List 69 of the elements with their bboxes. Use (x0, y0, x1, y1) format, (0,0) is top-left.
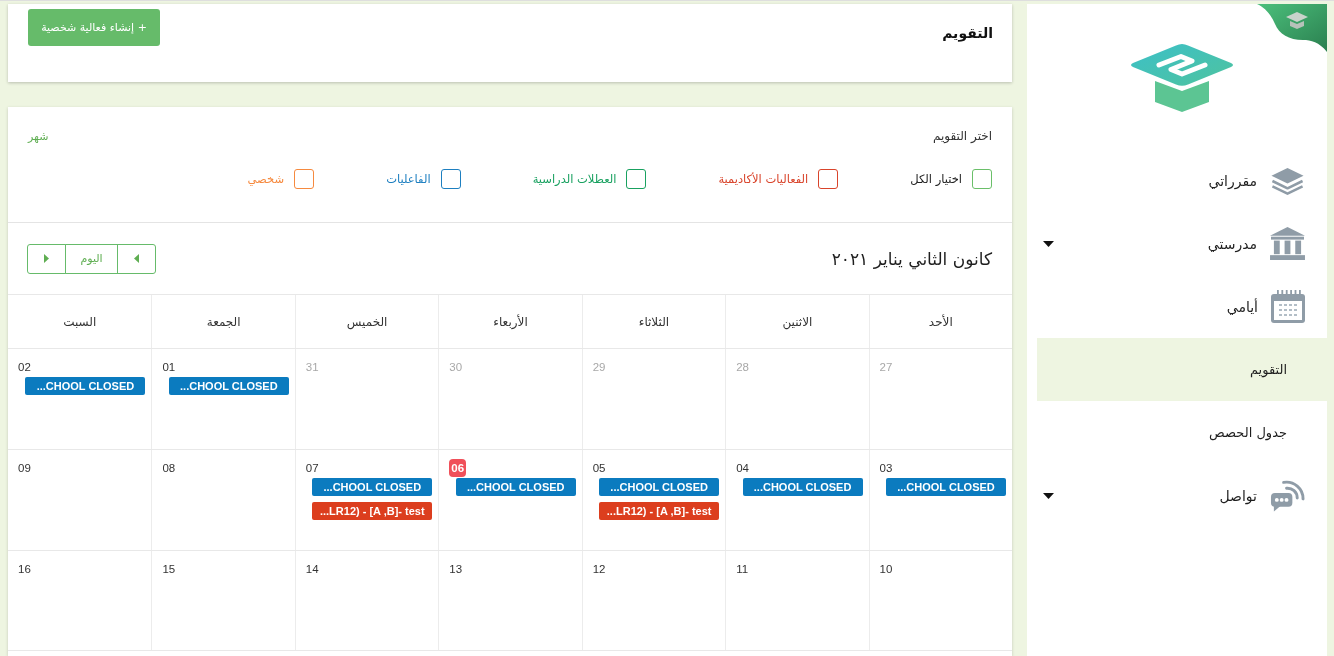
sidebar-item[interactable]: أيامي (1037, 275, 1327, 338)
month-view-link[interactable]: شهر (28, 129, 49, 143)
weekday-header: السبت (63, 314, 97, 329)
building-icon (1270, 227, 1305, 260)
sidebar-item[interactable]: تواصل (1037, 464, 1327, 527)
checkbox-label: الفاعليات (386, 172, 431, 186)
page-title: التقويم (942, 25, 993, 41)
checkbox-label: العطلات الدراسية (532, 172, 617, 186)
weekday-header: الثلاثاء (638, 314, 670, 329)
date-number: 12 (592, 563, 606, 575)
event-chip[interactable]: ...CHOOL CLOSED (455, 478, 576, 496)
date-number: 13 (449, 563, 463, 575)
date-number: 11 (736, 563, 749, 575)
date-number: 29 (592, 361, 606, 373)
checkbox[interactable] (294, 169, 315, 189)
sidebar-item[interactable]: مدرستي (1037, 212, 1327, 275)
weekday-header: الاثنين (782, 314, 813, 329)
cap-logo-icon (1129, 44, 1235, 112)
today-badge: 06 (449, 459, 467, 477)
date-number: 04 (736, 462, 749, 474)
event-chip[interactable]: ...CHOOL CLOSED (312, 478, 433, 496)
weekday-header: الجمعة (206, 314, 241, 329)
date-number: 05 (592, 462, 606, 474)
date-number: 16 (18, 563, 31, 575)
checkbox-label: اختيار الكل (910, 172, 962, 186)
layers-icon (1270, 165, 1305, 196)
sidebar-subitem[interactable]: التقويم (1037, 338, 1327, 401)
event-chip[interactable]: ...LR12) - [A ,B]- test (599, 502, 720, 520)
event-chip[interactable]: ...LR12) - [A ,B]- test (312, 502, 433, 520)
event-chip[interactable]: ...CHOOL CLOSED (886, 478, 1006, 496)
date-number: 09 (18, 462, 31, 474)
event-chip[interactable]: ...CHOOL CLOSED (25, 377, 146, 395)
date-number: 30 (449, 361, 463, 373)
today-button[interactable]: اليوم (65, 243, 118, 274)
filter-title: اختر التقويم (933, 129, 992, 143)
weekday-header: الأحد (928, 314, 953, 329)
weekday-header: الأربعاء (493, 314, 528, 329)
date-number: 08 (162, 462, 176, 474)
previous-button[interactable] (117, 243, 156, 274)
date-number: 03 (879, 462, 893, 474)
month-title: كانون الثاني يناير ٢٠٢١ (831, 248, 992, 269)
date-number: 31 (305, 361, 319, 373)
checkbox[interactable] (626, 169, 647, 189)
date-number: 14 (305, 563, 319, 575)
create-event-button[interactable]: + إنشاء فعالية شخصية (28, 9, 160, 46)
caret-right-icon (44, 254, 49, 263)
calendar-icon (1271, 290, 1305, 323)
date-number: 28 (736, 361, 749, 373)
weekday-header: الخميس (346, 314, 388, 329)
event-chip[interactable]: ...CHOOL CLOSED (168, 377, 289, 395)
date-number: 01 (162, 361, 176, 373)
event-chip[interactable]: ...CHOOL CLOSED (742, 478, 863, 496)
sidebar-item[interactable]: مقرراتي (1037, 149, 1327, 212)
checkbox[interactable] (440, 169, 461, 189)
next-button[interactable] (27, 243, 66, 274)
checkbox-label: شخصي (247, 172, 285, 186)
date-number: 07 (305, 462, 319, 474)
date-number: 15 (162, 563, 176, 575)
caret-left-icon (134, 254, 139, 263)
chat-icon (1270, 478, 1305, 513)
corner-fold-icon (1257, 4, 1327, 52)
event-chip[interactable]: ...CHOOL CLOSED (599, 478, 720, 496)
date-number: 27 (879, 361, 893, 373)
sidebar-subitem[interactable]: جدول الحصص (1037, 401, 1327, 464)
checkbox[interactable] (972, 169, 992, 189)
checkbox[interactable] (818, 169, 839, 189)
date-number: 10 (879, 563, 893, 575)
checkbox-label: الفعاليات الأكاديمية (718, 172, 809, 186)
date-number: 02 (18, 361, 31, 373)
